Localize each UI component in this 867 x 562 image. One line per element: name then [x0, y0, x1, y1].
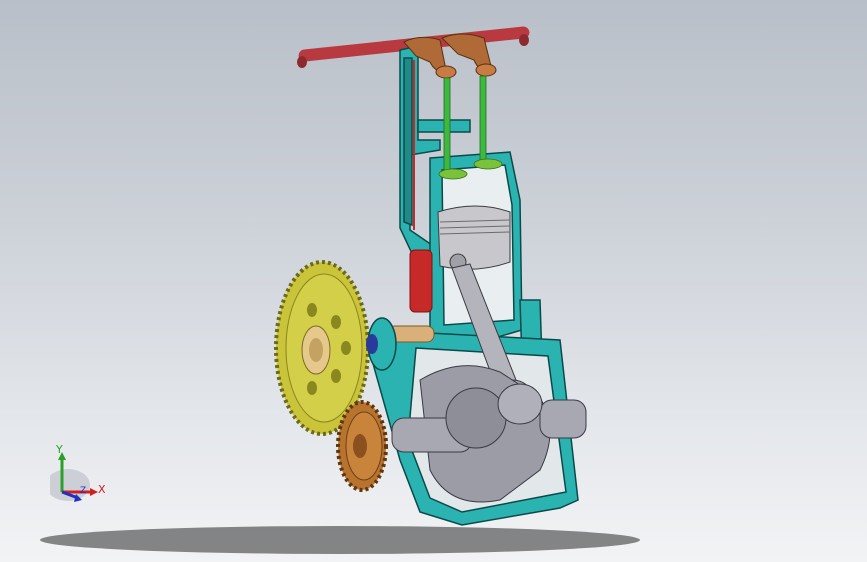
pushrod[interactable] [409, 249, 433, 313]
gear-flange[interactable] [366, 317, 397, 371]
ground-shadow [40, 526, 640, 554]
graphics-viewport[interactable]: Y X Z [0, 0, 867, 562]
z-axis-label: Z [80, 486, 87, 496]
piston[interactable] [437, 205, 511, 271]
engine-model[interactable] [0, 0, 867, 562]
x-axis-label: X [98, 483, 106, 496]
y-axis-label: Y [56, 443, 63, 456]
crank-gear[interactable] [336, 400, 388, 492]
